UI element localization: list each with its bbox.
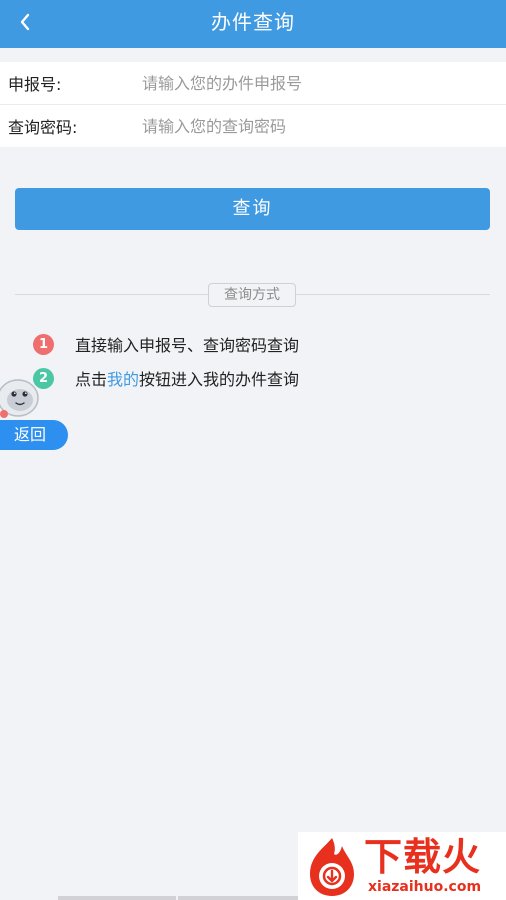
- floating-widget[interactable]: 返回: [0, 376, 70, 452]
- application-no-label: 申报号:: [8, 75, 62, 94]
- flame-logo: [310, 838, 354, 896]
- watermark: 下载火 xiazaihuo.com: [298, 832, 506, 900]
- watermark-title: 下载火: [364, 835, 482, 879]
- password-input[interactable]: [142, 106, 506, 146]
- step-badge: 1: [33, 333, 54, 355]
- method-text: 点击我的按钮进入我的办件查询: [75, 366, 299, 390]
- password-row: 查询密码:: [0, 105, 506, 147]
- return-button[interactable]: 返回: [0, 420, 68, 450]
- page-title: 办件查询: [211, 10, 295, 34]
- method-text-after: 按钮进入我的办件查询: [139, 370, 300, 389]
- watermark-url: xiazaihuo.com: [368, 879, 482, 895]
- password-label: 查询密码:: [8, 118, 78, 137]
- method-item: 1 直接输入申报号、查询密码查询: [33, 332, 299, 356]
- query-methods-title: 查询方式: [208, 283, 296, 307]
- query-button[interactable]: 查询: [15, 188, 490, 230]
- my-link[interactable]: 我的: [107, 370, 139, 389]
- application-no-input[interactable]: [142, 63, 506, 103]
- query-form: 申报号: 查询密码:: [0, 62, 506, 147]
- method-text: 直接输入申报号、查询密码查询: [75, 336, 300, 355]
- mascot-icon: [0, 379, 39, 418]
- bottom-scroll-indicator: [58, 896, 328, 900]
- application-no-row: 申报号:: [0, 62, 506, 105]
- method-text-before: 点击: [75, 370, 108, 389]
- method-item: 2 点击我的按钮进入我的办件查询: [33, 366, 299, 390]
- app-header: 办件查询: [0, 0, 506, 48]
